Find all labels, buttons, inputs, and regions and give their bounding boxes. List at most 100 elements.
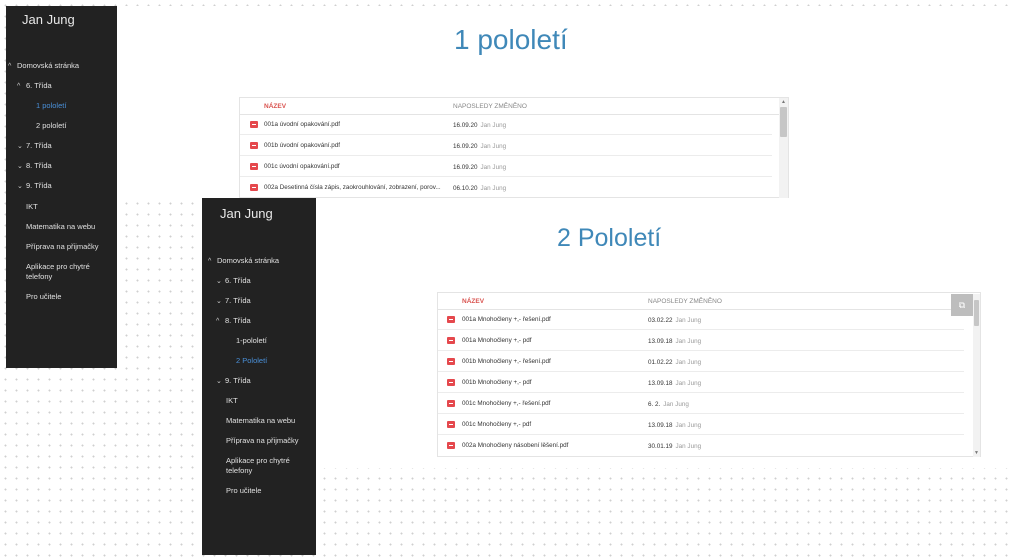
modified-by: Jan Jung: [675, 422, 702, 429]
nav-label: 2 pololetí: [36, 121, 67, 130]
nav-item-pro-ucitele[interactable]: Pro učitele: [26, 292, 61, 301]
file-name[interactable]: 001c Mnohočleny +,- řešení.pdf: [462, 400, 550, 407]
nav-item-ikt[interactable]: IKT: [26, 202, 38, 211]
nav-item-trida-6[interactable]: ^ 6. Třída: [17, 81, 52, 90]
column-header-name[interactable]: NÁZEV: [462, 298, 484, 305]
file-row[interactable]: 001a úvodní opakování.pdf 16.09.20 Jan Ju…: [240, 115, 772, 135]
nav-label: 1-pololetí: [236, 336, 267, 345]
nav-label: 6. Třída: [225, 276, 251, 285]
nav-label: 1 pololetí: [36, 101, 67, 110]
site-brand[interactable]: Jan Jung: [220, 206, 273, 221]
column-header-modified[interactable]: NAPOSLEDY ZMĚNĚNO: [453, 103, 527, 110]
chevron-up-icon: ^: [17, 83, 21, 90]
nav-item-trida-8[interactable]: ⌄ 8. Třída: [17, 161, 52, 170]
file-modified: 16.09.20 Jan Jung: [453, 143, 506, 150]
nav-item-trida-7[interactable]: ⌄ 7. Třída: [216, 296, 251, 305]
nav-label: 2 Pololetí: [236, 356, 268, 365]
modified-by: Jan Jung: [480, 164, 507, 171]
nav-label: 7. Třída: [26, 141, 52, 150]
file-name[interactable]: 001c Mnohočleny +,- pdf: [462, 421, 531, 428]
nav-item-matematika-na-webu[interactable]: Matematika na webu: [226, 416, 295, 425]
scroll-down-arrow-icon[interactable]: ▼: [973, 449, 980, 457]
file-name[interactable]: 001b Mnohočleny +,- pdf: [462, 379, 532, 386]
nav-item-priprava-na-prijmacky[interactable]: Příprava na přijmačky: [226, 436, 299, 445]
file-row[interactable]: 001a Mnohočleny +,- pdf 13.09.18 Jan Jung: [438, 331, 964, 351]
file-name[interactable]: 001a Mnohočleny +,- řešení.pdf: [462, 316, 551, 323]
file-name[interactable]: 001a Mnohočleny +,- pdf: [462, 337, 532, 344]
nav-item-home[interactable]: ^ Domovská stránka: [208, 256, 279, 265]
pdf-file-icon: [447, 442, 455, 449]
nav-item-trida-8[interactable]: ^ 8. Třída: [216, 316, 251, 325]
file-modified: 6. 2. Jan Jung: [648, 401, 689, 408]
nav-item-priprava-na-prijmacky[interactable]: Příprava na přijmačky: [26, 242, 99, 251]
file-name[interactable]: 001c úvodní opakování.pdf: [264, 163, 340, 170]
nav-label: Příprava na přijmačky: [26, 242, 99, 251]
scroll-thumb[interactable]: [780, 107, 787, 137]
modified-by: Jan Jung: [663, 401, 689, 408]
file-name[interactable]: 001a úvodní opakování.pdf: [264, 121, 340, 128]
file-row[interactable]: 001b úvodní opakování.pdf 16.09.20 Jan Ju…: [240, 136, 772, 156]
modified-by: Jan Jung: [675, 317, 702, 324]
pdf-file-icon: [250, 142, 258, 149]
scroll-up-arrow-icon[interactable]: ▲: [779, 98, 788, 106]
file-list-scrollbar[interactable]: ▲: [779, 98, 788, 199]
file-row[interactable]: 002a Mnohočleny násobení lěšení.pdf 30.0…: [438, 436, 964, 456]
nav-item-trida-9[interactable]: ⌄ 9. Třída: [17, 181, 52, 190]
file-modified: 03.02.22 Jan Jung: [648, 317, 701, 324]
file-name[interactable]: 001b úvodní opakování.pdf: [264, 142, 340, 149]
sidebar: Jan Jung ^ Domovská stránka ⌄ 6. Třída ⌄ 7.…: [202, 198, 316, 555]
file-list-scrollbar[interactable]: ▼: [973, 294, 980, 457]
chevron-up-icon: ^: [8, 63, 12, 70]
file-row[interactable]: 001a Mnohočleny +,- řešení.pdf 03.02.22 J…: [438, 310, 964, 330]
modified-by: Jan Jung: [480, 122, 507, 129]
file-row[interactable]: 001c úvodní opakování.pdf 16.09.20 Jan Ju…: [240, 157, 772, 177]
nav-item-home[interactable]: ^ Domovská stránka: [8, 61, 79, 70]
modified-date: 16.09.20: [453, 143, 478, 150]
nav-item-matematika-na-webu[interactable]: Matematika na webu: [26, 222, 95, 231]
modified-date: 13.09.18: [648, 338, 673, 345]
nav-item-aplikace[interactable]: Aplikace pro chytré telefony: [226, 456, 306, 476]
nav-item-trida-6[interactable]: ⌄ 6. Třída: [216, 276, 251, 285]
nav-item-trida-9[interactable]: ⌄ 9. Třída: [216, 376, 251, 385]
file-modified: 16.09.20 Jan Jung: [453, 164, 506, 171]
nav-item-1-pololeti-active[interactable]: 1 pololetí: [36, 101, 66, 110]
file-name[interactable]: 002a Mnohočleny násobení lěšení.pdf: [462, 442, 568, 449]
file-name[interactable]: 001b Mnohočleny +,- řešení.pdf: [462, 358, 551, 365]
nav-item-aplikace[interactable]: Aplikace pro chytré telefony: [26, 262, 106, 282]
pdf-file-icon: [447, 358, 455, 365]
nav-item-trida-7[interactable]: ⌄ 7. Třída: [17, 141, 52, 150]
screenshot-second-semester: Jan Jung ^ Domovská stránka ⌄ 6. Třída ⌄ 7.…: [202, 198, 1016, 557]
file-modified: 01.02.22 Jan Jung: [648, 359, 701, 366]
nav-item-ikt[interactable]: IKT: [226, 396, 238, 405]
pdf-file-icon: [447, 421, 455, 428]
file-name[interactable]: 002a Desetinná čísla zápis, zaokrouhlová…: [264, 184, 441, 191]
file-row[interactable]: 001b Mnohočleny +,- pdf 13.09.18 Jan Jung: [438, 373, 964, 393]
scroll-thumb[interactable]: [974, 300, 979, 326]
nav-item-2-pololeti[interactable]: 2 pololetí: [36, 121, 66, 130]
column-header-modified[interactable]: NAPOSLEDY ZMĚNĚNO: [648, 298, 722, 305]
nav-label: Aplikace pro chytré telefony: [226, 456, 290, 475]
modified-date: 16.09.20: [453, 164, 478, 171]
file-row[interactable]: 002a Desetinná čísla zápis, zaokrouhlová…: [240, 178, 772, 198]
chevron-up-icon: ^: [216, 318, 220, 325]
file-modified: 16.09.20 Jan Jung: [453, 122, 506, 129]
modified-by: Jan Jung: [675, 443, 702, 450]
nav-item-pro-ucitele[interactable]: Pro učitele: [226, 486, 261, 495]
open-in-new-button[interactable]: ⧉: [951, 294, 973, 316]
nav-item-1-pololeti[interactable]: 1-pololetí: [236, 336, 267, 345]
nav-item-2-pololeti-active[interactable]: 2 Pololetí: [236, 356, 267, 365]
modified-by: Jan Jung: [480, 143, 507, 150]
modified-by: Jan Jung: [675, 359, 702, 366]
file-modified: 13.09.18 Jan Jung: [648, 380, 701, 387]
file-row[interactable]: 001c Mnohočleny +,- pdf 13.09.18 Jan Jung: [438, 415, 964, 435]
file-modified: 13.09.18 Jan Jung: [648, 338, 701, 345]
modified-date: 13.09.18: [648, 380, 673, 387]
file-list-header: NÁZEV NAPOSLEDY ZMĚNĚNO: [240, 98, 788, 115]
file-modified: 30.01.19 Jan Jung: [648, 443, 701, 450]
modified-by: Jan Jung: [480, 185, 507, 192]
site-brand[interactable]: Jan Jung: [22, 12, 75, 27]
file-row[interactable]: 001c Mnohočleny +,- řešení.pdf 6. 2. Jan …: [438, 394, 964, 414]
file-modified: 06.10.20 Jan Jung: [453, 185, 506, 192]
column-header-name[interactable]: NÁZEV: [264, 103, 286, 110]
file-row[interactable]: 001b Mnohočleny +,- řešení.pdf 01.02.22 J…: [438, 352, 964, 372]
